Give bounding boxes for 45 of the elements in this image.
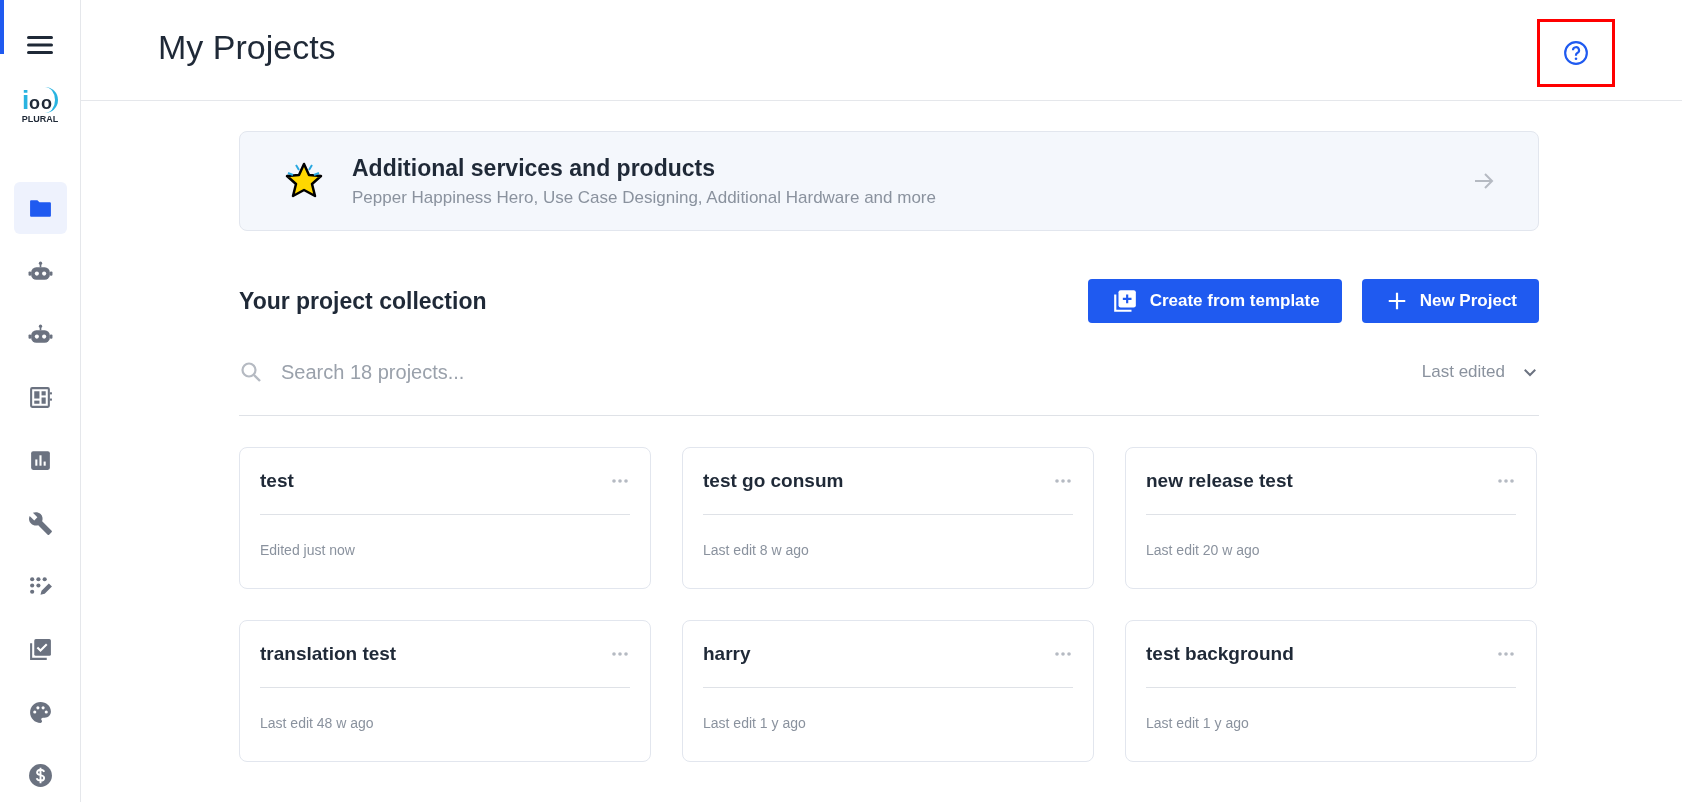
template-add-icon xyxy=(1111,288,1138,314)
banner-title: Additional services and products xyxy=(352,154,716,182)
more-icon xyxy=(1498,479,1514,483)
project-card[interactable]: test background Last edit 1 y ago xyxy=(1125,620,1537,762)
checkbox-stack-icon xyxy=(27,636,53,662)
last-edited-text: Edited just now xyxy=(260,542,356,558)
more-icon xyxy=(1498,652,1514,656)
dashboard-icon xyxy=(27,384,53,410)
help-button[interactable] xyxy=(1537,19,1615,87)
more-icon xyxy=(612,479,628,483)
project-name: translation test xyxy=(260,643,397,665)
logo: ioo PLURAL xyxy=(21,87,59,124)
last-edited-text: Last edit 48 w ago xyxy=(260,715,375,731)
nav-item[interactable] xyxy=(13,182,67,234)
more-icon xyxy=(1055,652,1071,656)
last-edited-text: Last edit 8 w ago xyxy=(703,542,810,558)
more-icon xyxy=(1055,479,1071,483)
project-name: harry xyxy=(703,643,751,665)
services-banner[interactable]: Additional services and products Pepper Happiness Hero, Use Case Designing, Additional Hardware and more xyxy=(239,131,1539,231)
project-name: test background xyxy=(1146,643,1294,665)
project-name: new release test xyxy=(1146,470,1293,492)
project-card[interactable]: test go consum Last edit 8 w ago xyxy=(682,447,1094,589)
last-edited-text: Last edit 20 w ago xyxy=(1146,542,1261,558)
project-card[interactable]: harry Last edit 1 y ago xyxy=(682,620,1094,762)
palette-icon xyxy=(27,699,53,725)
menu-button[interactable] xyxy=(26,35,54,55)
help-icon xyxy=(1563,40,1589,66)
dollar-icon xyxy=(27,762,53,788)
last-edited-text: Last edit 1 y ago xyxy=(703,715,807,731)
menu-icon xyxy=(26,35,54,55)
new-project-button[interactable]: New Project xyxy=(1361,279,1539,323)
section-heading: Your project collection xyxy=(239,287,487,315)
more-icon xyxy=(612,652,628,656)
project-card[interactable]: translation test Last edit 48 w ago xyxy=(239,620,651,762)
search-icon xyxy=(239,360,263,384)
wrench-icon xyxy=(27,510,53,536)
project-name: test go consum xyxy=(703,470,844,492)
project-card[interactable]: test Edited just now xyxy=(239,447,651,589)
page-title: My Projects xyxy=(158,27,336,67)
project-card[interactable]: new release test Last edit 20 w ago xyxy=(1125,447,1537,589)
last-edited-text: Last edit 1 y ago xyxy=(1146,715,1250,731)
banner-subtitle: Pepper Happiness Hero, Use Case Designing, Additional Hardware and more xyxy=(352,187,937,208)
active-indicator xyxy=(0,0,4,54)
project-name: test xyxy=(260,470,294,492)
create-from-template-button[interactable]: Create from template xyxy=(1087,279,1342,323)
